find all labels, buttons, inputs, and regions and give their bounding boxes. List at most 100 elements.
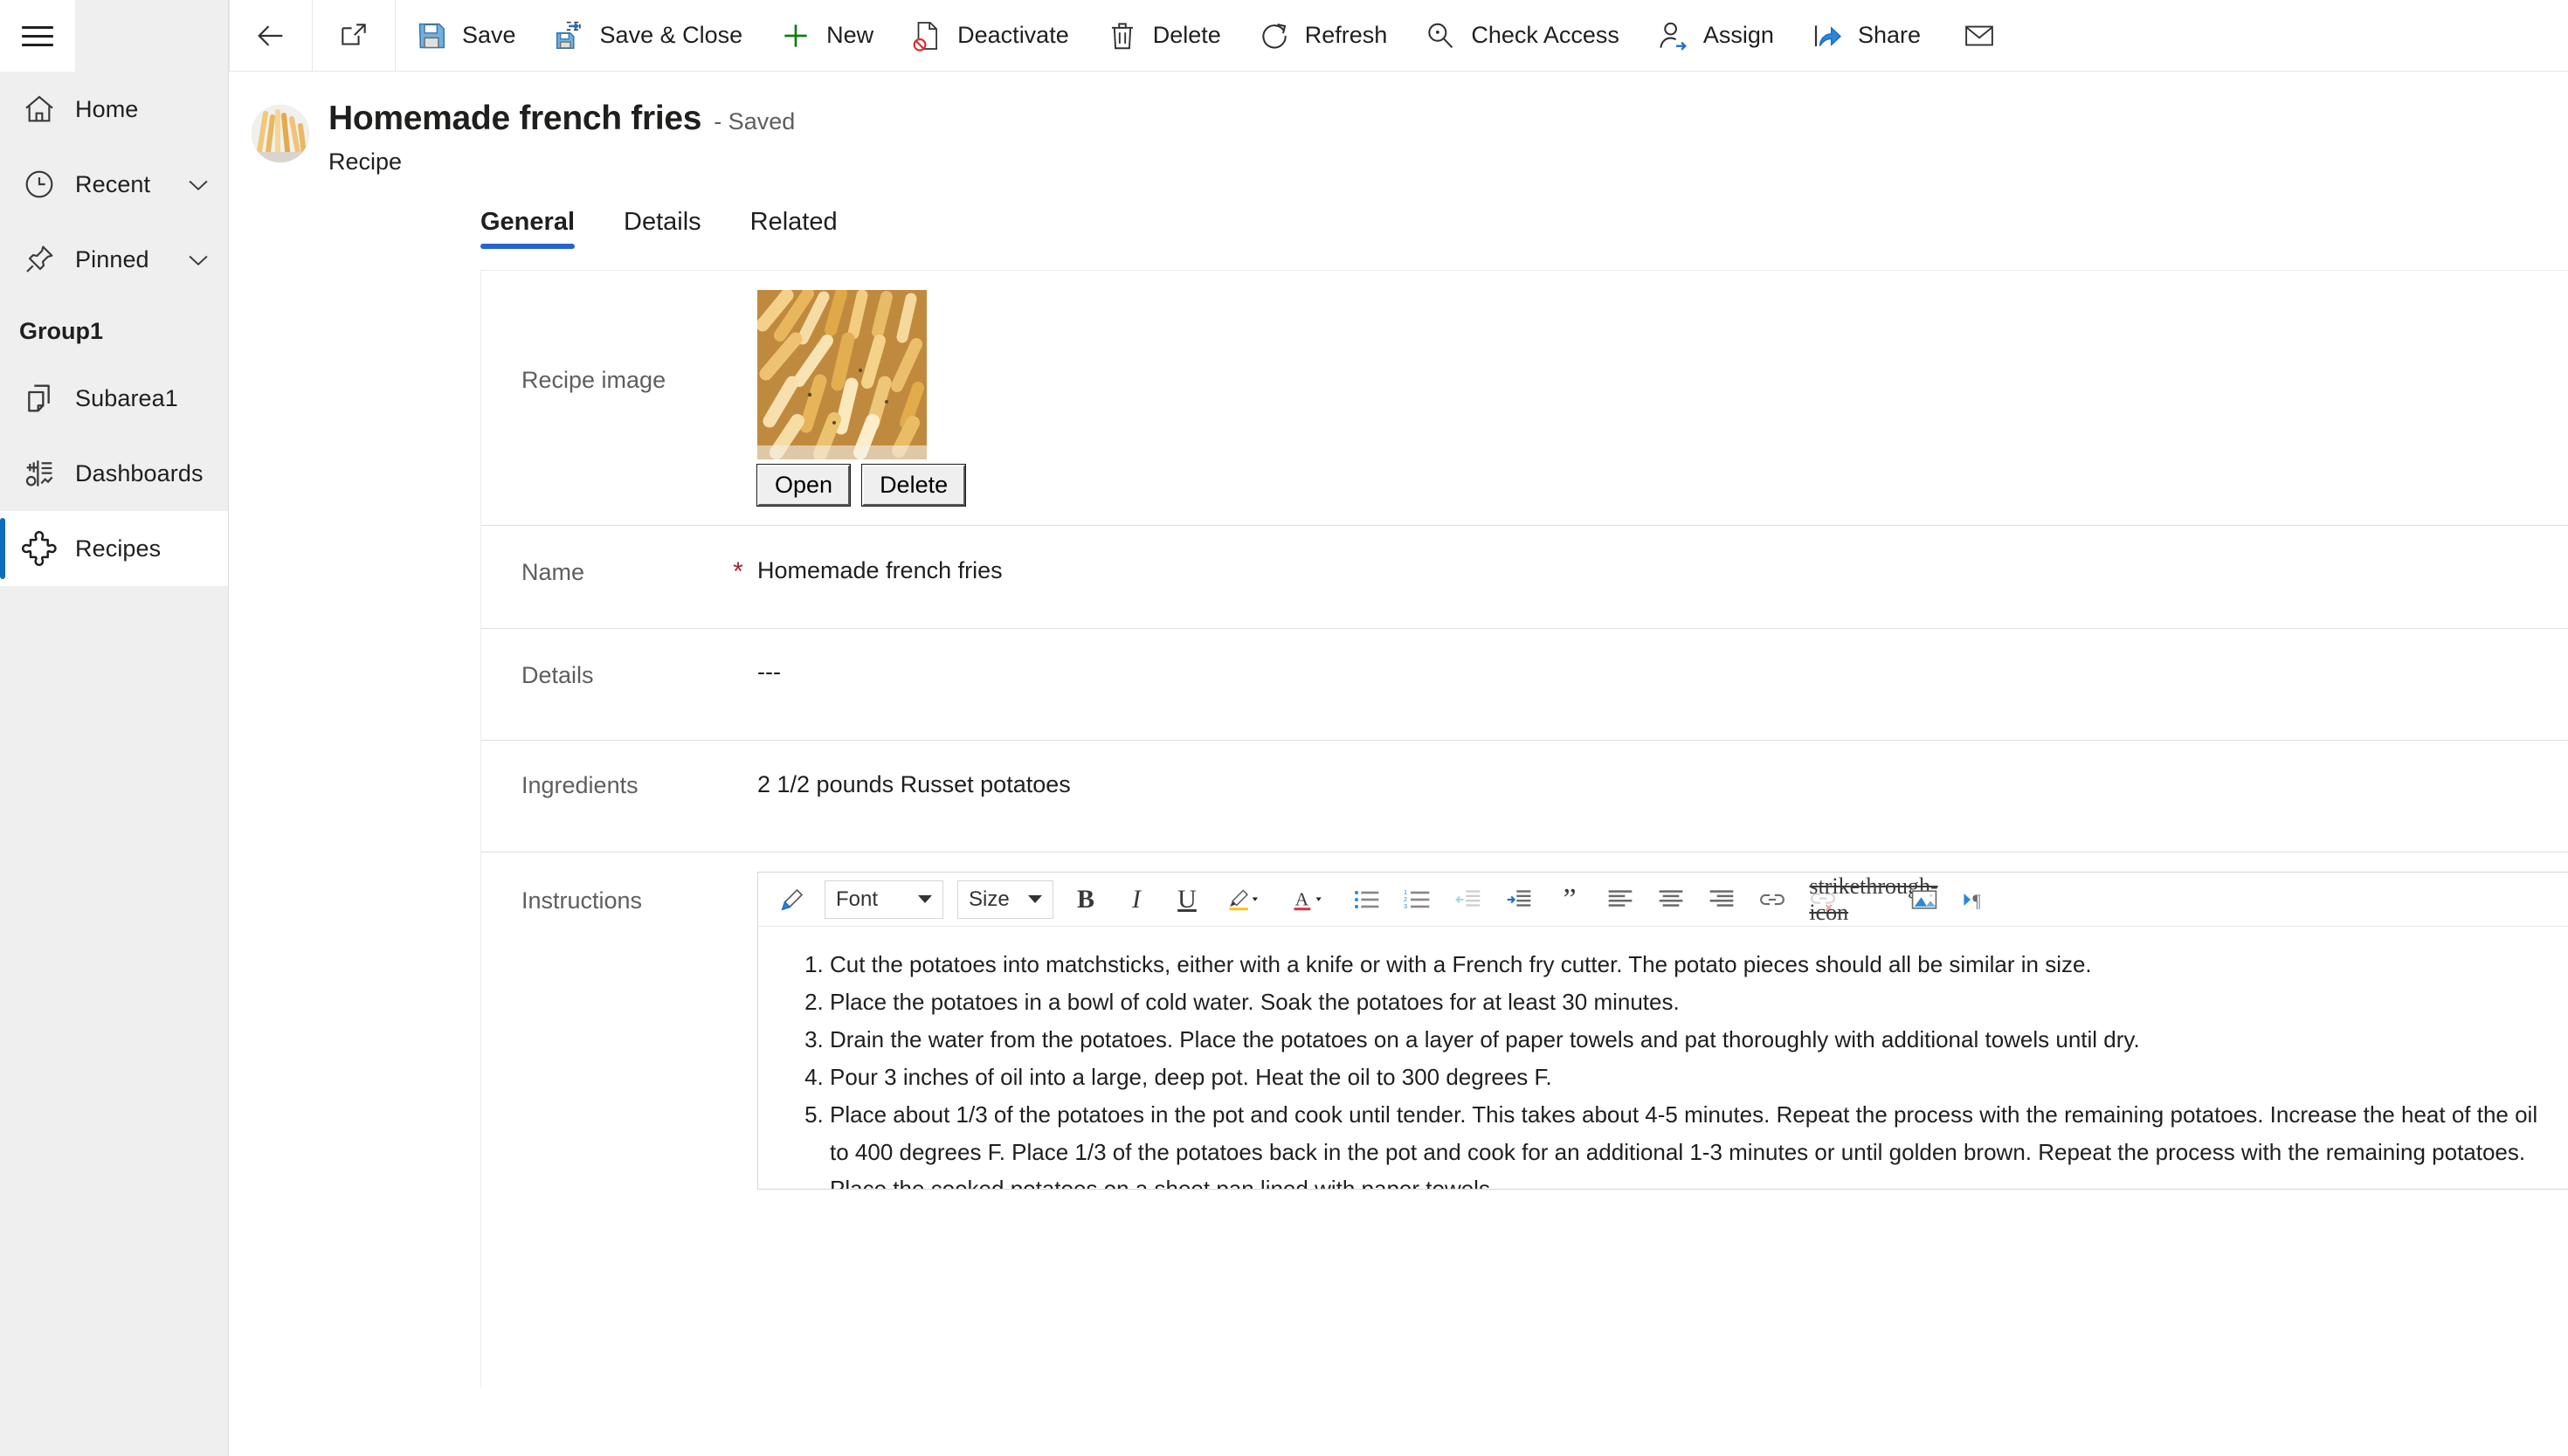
check-access-icon (1422, 17, 1459, 54)
save-icon (413, 17, 450, 54)
delete-image-button[interactable]: Delete (861, 464, 967, 507)
font-color-button[interactable]: A (1280, 879, 1339, 921)
bulleted-list-button[interactable] (1344, 879, 1390, 921)
command-label: Share (1857, 22, 1922, 48)
sidebar-item-recipes[interactable]: Recipes (0, 511, 228, 586)
main-content: Save Save & Close New Deactivate Delete … (229, 0, 2568, 1456)
font-select-value: Font (836, 887, 879, 911)
command-label: Save (462, 22, 516, 48)
bold-label: B (1076, 884, 1094, 914)
instruction-list: Cut the potatoes into matchsticks, eithe… (784, 946, 2556, 1189)
italic-label: I (1132, 884, 1141, 914)
svg-text:3: 3 (1404, 902, 1407, 910)
field-row-details: Details --- (481, 629, 2568, 741)
page-title: Homemade french fries (328, 100, 702, 137)
refresh-button[interactable]: Refresh (1239, 0, 1405, 72)
deactivate-button[interactable]: Deactivate (891, 0, 1087, 72)
increase-indent-button[interactable] (1496, 879, 1542, 921)
blockquote-button[interactable]: ” (1547, 879, 1592, 921)
save-and-close-button[interactable]: Save & Close (534, 0, 761, 72)
required-indicator (719, 271, 757, 525)
recipe-image-buttons: Open Delete (756, 464, 2568, 507)
required-indicator (719, 741, 757, 852)
field-label: Instructions (521, 887, 643, 914)
tab-related[interactable]: Related (750, 208, 850, 249)
align-center-button[interactable] (1648, 879, 1694, 921)
back-button[interactable] (230, 0, 312, 72)
instructions-content[interactable]: Cut the potatoes into matchsticks, eithe… (758, 927, 2568, 1189)
sidebar-item-dashboards[interactable]: Dashboards (0, 436, 228, 511)
command-label: Save & Close (599, 22, 743, 48)
insert-image-button[interactable] (1902, 879, 1947, 921)
home-icon (19, 89, 59, 129)
rte-toolbar: Font Size B I U A 1 2 3 ” strikethrough-… (758, 873, 2568, 927)
sidebar-item-label: Dashboards (75, 459, 204, 486)
insert-link-button[interactable] (1750, 879, 1795, 921)
sidebar-item-subarea1[interactable]: Subarea1 (0, 361, 228, 436)
sidebar-item-label: Home (75, 95, 139, 122)
recipe-image-control: Open Delete (756, 271, 2568, 525)
align-left-button[interactable] (1598, 879, 1643, 921)
share-button[interactable]: Share (1791, 0, 1938, 72)
underline-button[interactable]: U (1164, 879, 1210, 921)
check-access-button[interactable]: Check Access (1405, 0, 1637, 72)
new-button[interactable]: New (760, 0, 891, 72)
decrease-indent-button[interactable] (1446, 879, 1491, 921)
tab-label: Details (624, 208, 701, 236)
align-right-button[interactable] (1699, 879, 1744, 921)
assign-icon (1654, 17, 1691, 54)
field-row-ingredients: Ingredients 2 1/2 pounds Russet potatoes… (481, 741, 2568, 852)
italic-button[interactable]: I (1114, 879, 1159, 921)
chevron-down-icon[interactable] (177, 163, 219, 205)
field-row-recipe-image: Recipe image Open Delete (481, 271, 2568, 526)
command-label: New (826, 22, 874, 48)
open-in-new-window-button[interactable] (313, 0, 395, 72)
tab-general[interactable]: General (480, 208, 587, 249)
tab-label: Related (749, 208, 838, 236)
blockquote-glyph: ” (1563, 882, 1577, 915)
tab-details[interactable]: Details (624, 208, 714, 249)
share-icon (1809, 17, 1846, 54)
site-map-hamburger-button[interactable] (0, 0, 75, 72)
underline-label: U (1177, 884, 1197, 914)
instructions-editor: Font Size B I U A 1 2 3 ” strikethrough-… (757, 852, 2568, 1211)
delete-button[interactable]: Delete (1087, 0, 1239, 72)
instruction-step: Drain the water from the potatoes. Place… (830, 1021, 2556, 1058)
sidebar-item-label: Recent (75, 170, 151, 197)
dashboard-icon (19, 453, 59, 493)
command-label: Assign (1702, 22, 1774, 48)
font-select[interactable]: Font (825, 880, 943, 919)
bold-button[interactable]: B (1063, 879, 1108, 921)
command-bar: Save Save & Close New Deactivate Delete … (229, 0, 2568, 72)
name-input[interactable]: Homemade french fries (757, 526, 2568, 628)
highlight-button[interactable] (1215, 879, 1274, 921)
save-button[interactable]: Save (396, 0, 534, 72)
pin-icon (19, 239, 59, 279)
size-select[interactable]: Size (957, 880, 1053, 919)
avatar (252, 105, 309, 162)
recipe-image[interactable] (757, 290, 927, 459)
instruction-step: Place the potatoes in a bowl of cold wat… (830, 983, 2556, 1020)
ingredients-input[interactable]: 2 1/2 pounds Russet potatoes Oil for fry… (757, 741, 2568, 797)
popout-icon (335, 17, 372, 54)
form-panel: Recipe image Open Delete Name * Homemade… (480, 270, 2568, 1388)
fries-photo (757, 290, 927, 459)
format-painter-icon[interactable] (770, 879, 815, 921)
chevron-down-icon[interactable] (177, 238, 219, 280)
sidebar-item-pinned[interactable]: Pinned (0, 222, 228, 297)
strikethrough-button[interactable]: strikethrough-icon (1809, 873, 1937, 925)
sidebar-item-label: Pinned (75, 245, 149, 273)
size-select-value: Size (969, 887, 1010, 911)
open-button[interactable]: Open (756, 464, 852, 507)
email-a-link-button[interactable] (1938, 0, 2020, 72)
record-header: Homemade french fries - Saved Recipe (229, 72, 2568, 176)
sidebar-item-home[interactable]: Home (0, 72, 228, 147)
ingredient-line: 2 1/2 pounds Russet potatoes (757, 771, 1071, 797)
text-direction-button[interactable]: ¶ (1952, 879, 1998, 921)
sidebar-item-recent[interactable]: Recent (0, 147, 228, 222)
assign-button[interactable]: Assign (1637, 0, 1791, 72)
field-label: Ingredients (521, 772, 639, 798)
details-input[interactable]: --- (757, 629, 2568, 740)
arrow-left-icon (252, 17, 289, 54)
numbered-list-button[interactable]: 1 2 3 (1395, 879, 1440, 921)
